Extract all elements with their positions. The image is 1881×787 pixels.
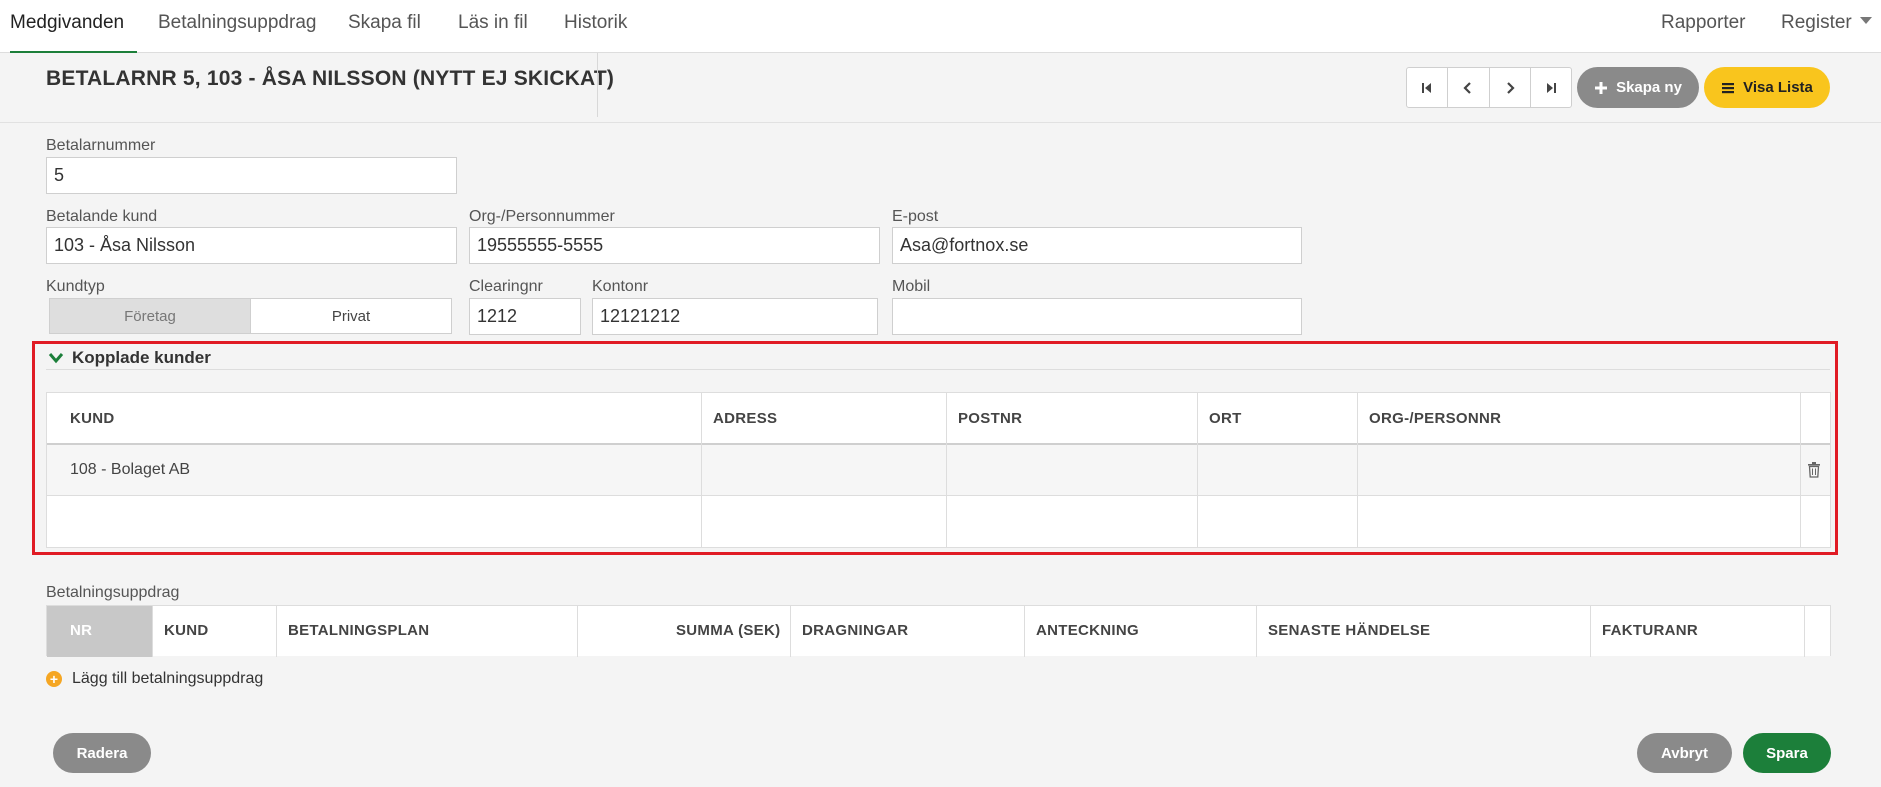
clearing-label: Clearingnr xyxy=(469,278,543,295)
list-icon xyxy=(1722,82,1735,93)
create-new-button[interactable]: Skapa ny xyxy=(1577,67,1699,108)
register-label: Register xyxy=(1781,12,1852,33)
column-divider xyxy=(152,606,153,657)
tab-betalningsuppdrag[interactable]: Betalningsuppdrag xyxy=(158,0,316,53)
column-divider xyxy=(1357,393,1358,547)
column-divider xyxy=(276,606,277,657)
column-header-betalningsplan[interactable]: BETALNINGSPLAN xyxy=(288,622,429,639)
column-header-orgnr[interactable]: ORG-/PERSONNR xyxy=(1369,410,1501,427)
chevron-down-icon xyxy=(1859,17,1872,25)
paying-customer-input[interactable]: 103 - Åsa Nilsson xyxy=(46,227,457,264)
email-label: E-post xyxy=(892,208,939,225)
show-list-button[interactable]: Visa Lista xyxy=(1704,67,1830,108)
linked-customers-title: Kopplade kunder xyxy=(72,348,211,367)
delete-button[interactable]: Radera xyxy=(53,733,151,773)
column-header-summa[interactable]: SUMMA (SEK) xyxy=(676,622,780,639)
chevron-right-icon xyxy=(1506,81,1515,94)
column-header-nr[interactable]: NR xyxy=(70,622,92,639)
plus-circle-icon: + xyxy=(46,671,62,687)
first-record-button[interactable] xyxy=(1407,68,1449,107)
add-payment-order-link[interactable]: + Lägg till betalningsuppdrag xyxy=(46,670,263,688)
customer-type-label: Kundtyp xyxy=(46,278,105,295)
divider xyxy=(597,53,598,117)
cell-kund: 108 - Bolaget AB xyxy=(70,461,191,478)
column-divider xyxy=(790,606,791,657)
mobile-label: Mobil xyxy=(892,278,931,295)
column-divider xyxy=(946,393,947,547)
column-divider xyxy=(1197,393,1198,547)
payer-number-input[interactable]: 5 xyxy=(46,157,457,194)
section-divider xyxy=(46,369,1830,370)
column-header-adress[interactable]: ADRESS xyxy=(713,410,777,427)
org-number-input[interactable]: 19555555-5555 xyxy=(469,227,880,264)
column-header-nr-bg xyxy=(47,606,152,657)
linked-customers-toggle[interactable]: Kopplade kunder xyxy=(48,348,211,368)
previous-record-button[interactable] xyxy=(1448,68,1490,107)
column-header-postnr[interactable]: POSTNR xyxy=(958,410,1022,427)
column-divider xyxy=(1256,606,1257,657)
tab-skapa-fil[interactable]: Skapa fil xyxy=(348,0,421,53)
org-number-label: Org-/Personnummer xyxy=(469,208,615,225)
mobile-input[interactable] xyxy=(892,298,1302,335)
chevron-left-icon xyxy=(1463,81,1472,94)
customer-type-private[interactable]: Privat xyxy=(251,299,451,333)
column-header-senaste-handelse[interactable]: SENASTE HÄNDELSE xyxy=(1268,622,1430,639)
chevron-down-icon xyxy=(48,353,64,364)
skip-first-icon xyxy=(1422,82,1432,93)
add-payment-order-label: Lägg till betalningsuppdrag xyxy=(72,670,264,687)
column-header-dragningar[interactable]: DRAGNINGAR xyxy=(802,622,908,639)
payer-number-label: Betalarnummer xyxy=(46,137,156,154)
column-header-fakturanr[interactable]: FAKTURANR xyxy=(1602,622,1698,639)
cancel-button[interactable]: Avbryt xyxy=(1637,733,1732,773)
reports-menu[interactable]: Rapporter xyxy=(1661,0,1746,53)
column-header-kund[interactable]: KUND xyxy=(164,622,209,639)
skip-last-icon xyxy=(1546,82,1556,93)
payment-orders-table: NR KUND BETALNINGSPLAN SUMMA (SEK) DRAGN… xyxy=(46,605,1831,657)
trash-icon[interactable] xyxy=(1807,462,1821,478)
save-button[interactable]: Spara xyxy=(1743,733,1831,773)
tab-historik[interactable]: Historik xyxy=(564,0,627,53)
column-header-anteckning[interactable]: ANTECKNING xyxy=(1036,622,1139,639)
column-header-ort[interactable]: ORT xyxy=(1209,410,1242,427)
linked-customers-table: KUND ADRESS POSTNR ORT ORG-/PERSONNR 108… xyxy=(46,392,1831,548)
column-divider xyxy=(1804,606,1805,657)
next-record-button[interactable] xyxy=(1490,68,1531,107)
column-divider xyxy=(1800,393,1801,547)
page-header: BETALARNR 5, 103 - ÅSA NILSSON (NYTT EJ … xyxy=(0,53,1881,123)
column-divider xyxy=(577,606,578,657)
table-row[interactable]: 108 - Bolaget AB xyxy=(47,445,1830,495)
table-row-new[interactable] xyxy=(47,496,1830,547)
column-header-kund[interactable]: KUND xyxy=(70,410,115,427)
account-label: Kontonr xyxy=(592,278,649,295)
record-pager xyxy=(1406,67,1572,108)
plus-icon xyxy=(1595,81,1608,94)
register-menu[interactable]: Register xyxy=(1781,0,1872,53)
email-input[interactable]: Asa@fortnox.se xyxy=(892,227,1302,264)
tab-medgivanden[interactable]: Medgivanden xyxy=(10,0,137,53)
payment-orders-title: Betalningsuppdrag xyxy=(46,584,180,601)
tab-las-in-fil[interactable]: Läs in fil xyxy=(458,0,528,53)
customer-type-toggle: Företag Privat xyxy=(49,298,452,334)
top-nav: Medgivanden Betalningsuppdrag Skapa fil … xyxy=(0,0,1881,53)
column-divider xyxy=(1024,606,1025,657)
account-input[interactable]: 12121212 xyxy=(592,298,878,335)
customer-type-company[interactable]: Företag xyxy=(50,299,251,333)
column-divider xyxy=(1590,606,1591,657)
clearing-input[interactable]: 1212 xyxy=(469,298,581,335)
page-title: BETALARNR 5, 103 - ÅSA NILSSON (NYTT EJ … xyxy=(46,67,615,90)
column-divider xyxy=(701,393,702,547)
paying-customer-label: Betalande kund xyxy=(46,208,158,225)
last-record-button[interactable] xyxy=(1531,68,1571,107)
show-list-label: Visa Lista xyxy=(1743,79,1813,96)
create-new-label: Skapa ny xyxy=(1616,79,1682,96)
